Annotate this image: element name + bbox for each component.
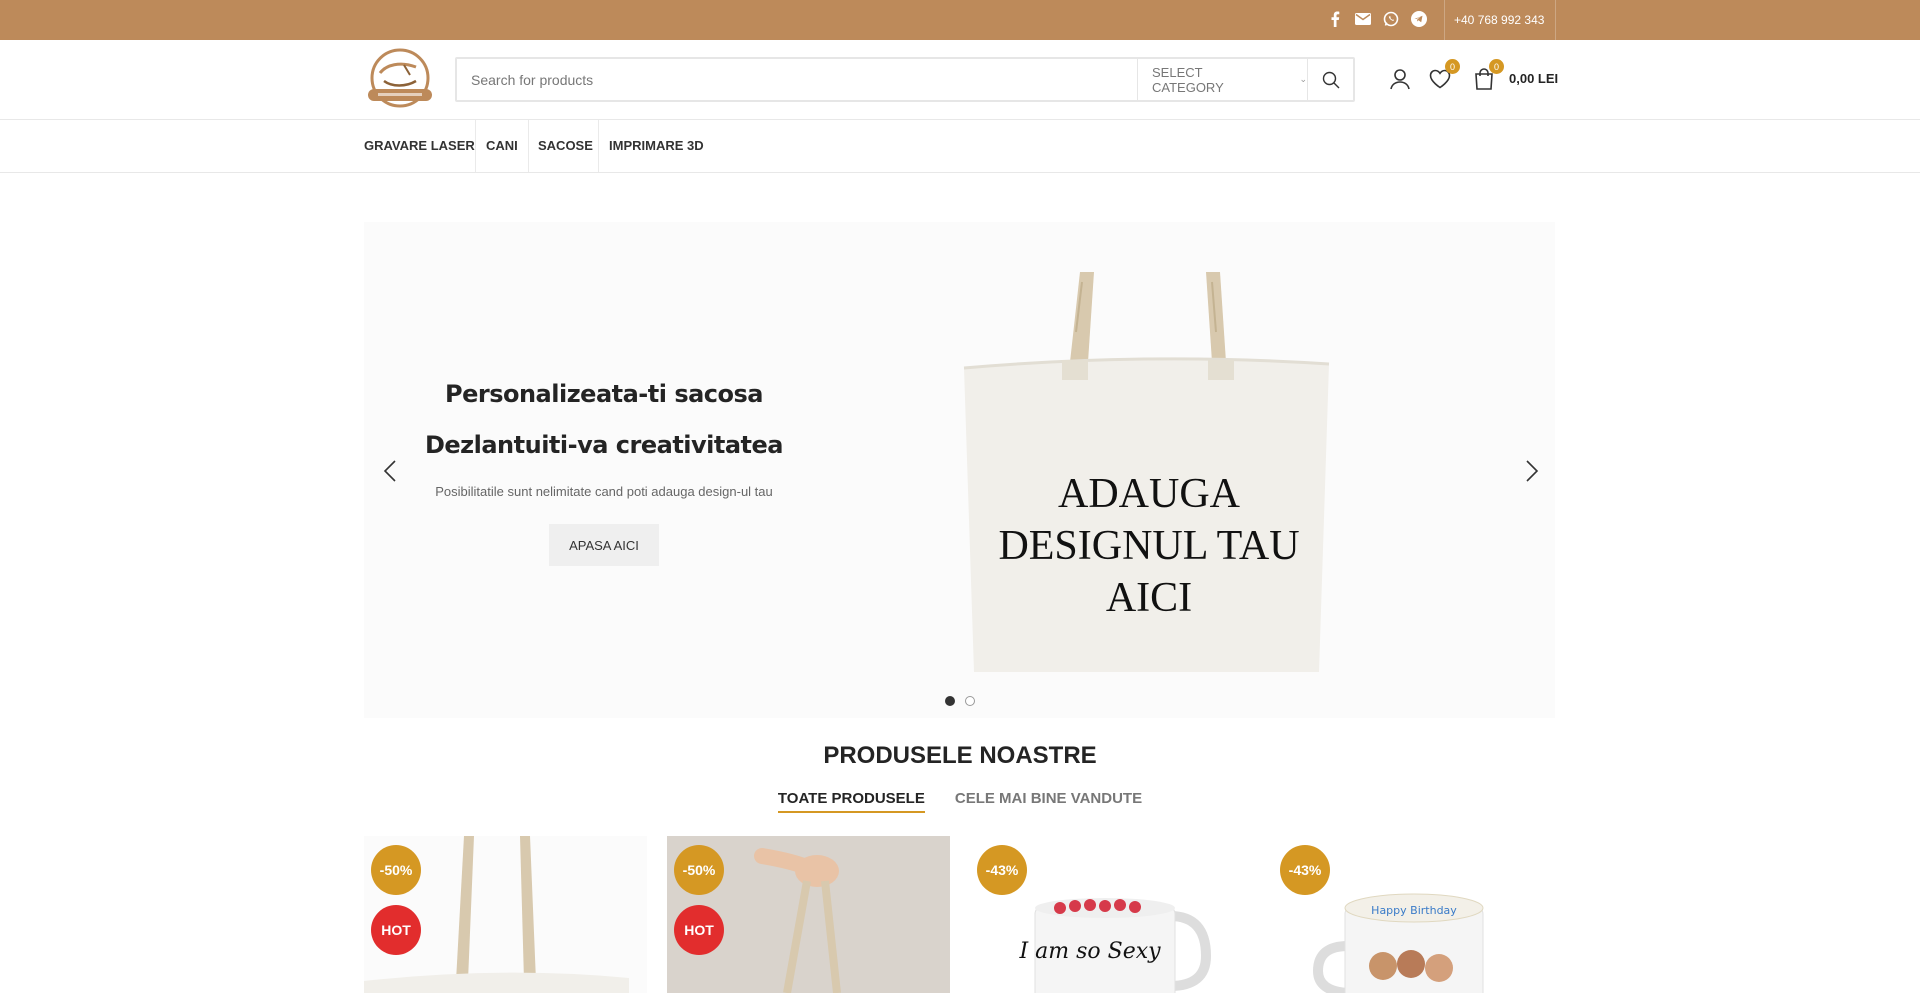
slider-prev-button[interactable] [381, 460, 401, 482]
nav-item-cani[interactable]: CANI [486, 138, 518, 153]
bag-text-line-2: DESIGNUL TAU [998, 523, 1299, 569]
tab-best-sellers[interactable]: CELE MAI BINE VANDUTE [955, 790, 1142, 813]
slider-next-button[interactable] [1521, 460, 1541, 482]
nav-item-sacose[interactable]: SACOSE [538, 138, 593, 153]
chevron-right-icon [1526, 460, 1539, 482]
hero-tote-bag-image: ADAUGA DESIGNUL TAU AICI [954, 272, 1344, 672]
cart-button[interactable]: 0 [1472, 59, 1504, 91]
nav-item-gravare-laser[interactable]: GRAVARE LASER [364, 138, 475, 153]
cart-count-badge: 0 [1489, 59, 1504, 74]
wishlist-count-badge: 0 [1445, 59, 1460, 74]
search-button[interactable] [1307, 59, 1353, 100]
sale-badge: -43% [1280, 845, 1330, 895]
products-tabs: TOATE PRODUSELE CELE MAI BINE VANDUTE [0, 790, 1920, 813]
facebook-icon[interactable] [1326, 10, 1344, 28]
hero-cta-button[interactable]: APASA AICI [549, 524, 659, 566]
telegram-icon[interactable] [1410, 10, 1428, 28]
email-icon[interactable] [1354, 10, 1372, 28]
account-button[interactable] [1388, 67, 1412, 91]
tab-all-products[interactable]: TOATE PRODUSELE [777, 790, 925, 813]
hero-slider: Personalizeata-ti sacosa Dezlantuiti-va … [364, 222, 1555, 718]
category-select-label: SELECT CATEGORY [1152, 64, 1224, 95]
top-bar: +40 768 992 343 [0, 0, 1920, 40]
user-icon [1390, 69, 1410, 90]
chevron-left-icon [383, 460, 396, 482]
site-logo[interactable] [364, 47, 436, 113]
mug-text: I am so Sexy [1018, 939, 1161, 964]
sale-badge: -50% [371, 845, 421, 895]
slider-dot-1[interactable] [944, 696, 955, 706]
bag-text-line-3: AICI [1106, 575, 1192, 621]
mug-text: Happy Birthday [1371, 904, 1457, 917]
slider-pagination [364, 696, 1555, 706]
phone-number[interactable]: +40 768 992 343 [1454, 13, 1544, 27]
sale-badge: -43% [977, 845, 1027, 895]
hero-text: Posibilitatile sunt nelimitate cand poti… [435, 484, 773, 499]
divider [528, 120, 529, 172]
sale-badge: -50% [674, 845, 724, 895]
hot-badge: HOT [371, 905, 421, 955]
search-icon [1322, 71, 1339, 88]
wishlist-button[interactable]: 0 [1428, 59, 1460, 91]
search-input[interactable]: Search for products [457, 72, 1137, 88]
chevron-down-icon: ⌄ [1299, 74, 1307, 84]
nav-item-imprimare-3d[interactable]: IMPRIMARE 3D [609, 138, 704, 153]
search-bar: Search for products SELECT CATEGORY ⌄ [455, 57, 1355, 102]
product-card[interactable]: -50% HOT [364, 836, 647, 993]
social-links [1326, 10, 1428, 28]
whatsapp-icon[interactable] [1382, 10, 1400, 28]
product-card[interactable]: I am so Sexy -43% [970, 836, 1253, 993]
hero-subtitle: Dezlantuiti-va creativitatea [424, 431, 784, 459]
cart-total[interactable]: 0,00 LEI [1509, 71, 1558, 86]
main-navigation: GRAVARE LASER CANI SACOSE IMPRIMARE 3D [0, 120, 1920, 173]
category-select[interactable]: SELECT CATEGORY ⌄ [1137, 59, 1307, 100]
divider [1444, 0, 1445, 40]
divider [1555, 0, 1556, 40]
hero-title: Personalizeata-ti sacosa [444, 380, 764, 408]
divider [598, 120, 599, 172]
products-section-title: PRODUSELE NOASTRE [823, 742, 1097, 769]
product-card[interactable]: Happy Birthday -43% [1273, 836, 1556, 993]
hot-badge: HOT [674, 905, 724, 955]
divider [475, 120, 476, 172]
slider-dot-2[interactable] [964, 696, 975, 706]
product-card[interactable]: -50% HOT [667, 836, 950, 993]
bag-text-line-1: ADAUGA [1058, 471, 1241, 517]
